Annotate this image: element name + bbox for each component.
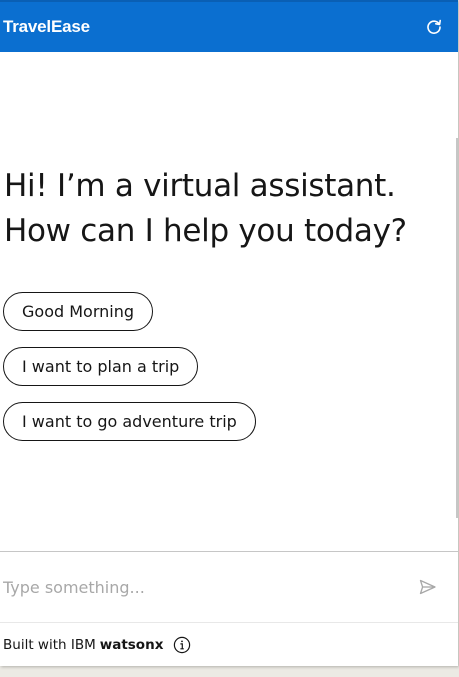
footer: Built with IBM watsonx [0, 622, 458, 666]
info-icon [174, 636, 191, 653]
footer-brand: watsonx [99, 636, 164, 653]
message-input[interactable] [3, 574, 393, 600]
restart-button[interactable] [422, 15, 446, 39]
messages-scrollbar[interactable] [455, 52, 458, 550]
info-button[interactable] [173, 636, 191, 654]
welcome-line-1: Hi! I’m a virtual assistant. [4, 168, 396, 204]
footer-prefix: Built with IBM [3, 636, 96, 653]
chat-header: TravelEase [0, 0, 458, 52]
input-area [0, 551, 458, 622]
welcome-message: Hi! I’m a virtual assistant. How can I h… [4, 164, 444, 254]
option-good-morning[interactable]: Good Morning [3, 292, 153, 331]
scrollbar-thumb[interactable] [456, 138, 458, 518]
welcome-line-2: How can I help you today? [4, 213, 407, 249]
send-button[interactable] [418, 577, 438, 597]
option-plan-trip[interactable]: I want to plan a trip [3, 347, 199, 386]
quick-reply-options: Good Morning I want to plan a trip I wan… [3, 292, 256, 457]
header-title: TravelEase [3, 17, 90, 36]
send-icon [419, 579, 436, 595]
restart-icon [427, 19, 441, 34]
chat-window: TravelEase Hi! I’m a virtual assistant. … [0, 0, 458, 666]
option-adventure-trip[interactable]: I want to go adventure trip [3, 402, 256, 441]
